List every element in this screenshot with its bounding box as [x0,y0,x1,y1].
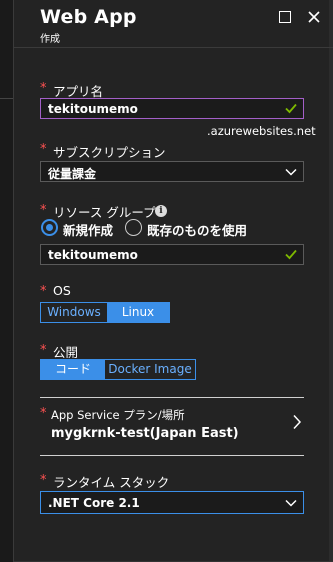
radio-use-existing[interactable] [125,219,142,236]
radio-create-new-label: 新規作成 [63,223,114,238]
radio-use-existing-label: 既存のものを使用 [147,223,248,238]
resource-group-label: リソース グループ [53,205,156,220]
app-name-value: tekitoumemo [48,102,138,116]
publish-toggle: コード Docker Image [40,359,196,380]
blade-header: Web App 作成 [14,0,333,48]
subscription-value: 従量課金 [48,167,97,181]
resource-group-value: tekitoumemo [48,248,138,262]
subscription-select[interactable]: 従量課金 [40,161,304,182]
app-service-plan-value: mygkrnk-test(Japan East) [51,426,239,441]
required-marker: * [40,142,47,157]
runtime-stack-label: ランタイム スタック [53,475,170,490]
os-option-windows[interactable]: Windows [41,303,107,322]
app-service-plan-row[interactable]: * App Service プラン/場所 mygkrnk-test(Japan … [40,398,304,454]
blade-title: Web App [40,6,137,28]
os-label: OS [53,283,71,298]
radio-create-new[interactable] [41,219,58,236]
app-service-plan-label: App Service プラン/場所 [51,408,185,422]
chevron-down-icon [285,168,297,176]
close-icon [308,11,320,23]
required-marker: * [40,284,47,299]
valid-check-icon [285,249,297,260]
section-divider [40,455,304,456]
create-web-app-blade: Web App 作成 * アプリ名 tekitoumemo .azurewebs… [13,0,333,562]
chevron-down-icon [285,499,297,507]
subscription-label: サブスクリプション [53,145,166,160]
valid-check-icon [285,103,297,114]
blade-subtitle: 作成 [40,34,60,45]
close-button[interactable] [306,9,322,25]
publish-option-code[interactable]: コード [41,360,105,379]
required-marker: * [40,406,47,421]
info-icon[interactable]: i [155,205,167,217]
required-marker: * [40,343,47,358]
app-name-domain-suffix: .azurewebsites.net [207,124,316,138]
os-option-linux[interactable]: Linux [107,303,169,322]
maximize-icon [279,11,291,23]
header-divider [14,47,333,48]
required-marker: * [40,203,47,218]
maximize-button[interactable] [277,9,293,25]
runtime-stack-select[interactable]: .NET Core 2.1 [40,491,304,514]
required-marker: * [40,81,47,96]
background-portal-strip [0,0,13,562]
publish-option-docker[interactable]: Docker Image [105,360,195,379]
background-divider [0,98,13,99]
required-marker: * [40,473,47,488]
blade-scrollbar-track[interactable] [329,0,333,562]
os-toggle: Windows Linux [40,302,170,323]
chevron-right-icon [293,414,302,430]
runtime-stack-value: .NET Core 2.1 [48,496,140,510]
resource-group-input[interactable]: tekitoumemo [40,244,304,265]
app-name-input[interactable]: tekitoumemo [40,98,304,119]
